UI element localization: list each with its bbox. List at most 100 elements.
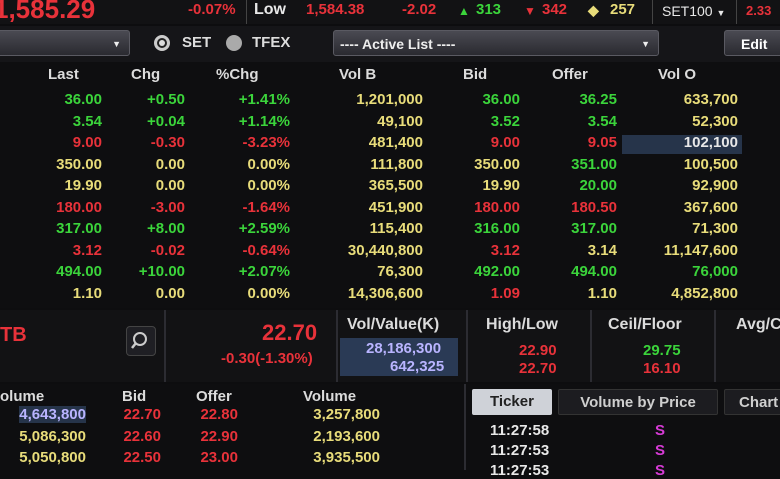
col-header-chg[interactable]: Chg [131, 66, 160, 83]
low-value-info: 22.70 [519, 360, 557, 377]
index-selector[interactable]: SET100 ▼ [662, 3, 725, 19]
low-value: 1,584.38 [306, 1, 365, 18]
cell-last: 3.12 [72, 241, 102, 259]
cell-chg: -3.00 [150, 198, 185, 216]
toolbar: ▼ SET TFEX ---- Active List ---- ▼ Edit [0, 26, 780, 62]
ticker-side: S [655, 462, 666, 479]
bottom-panels: olume Bid Offer Volume 4,643,800 22.70 22.… [0, 384, 780, 479]
cell-pct-chg: +1.41% [238, 91, 290, 108]
ticker-time: 11:27:53 [490, 462, 550, 479]
depth-bid-price: 22.50 [123, 449, 161, 466]
cell-offer: 20.00 [579, 177, 617, 194]
col-header-offer[interactable]: Offer [552, 66, 588, 83]
stock-info-bar: TB 22.70 -0.30(-1.30%) Vol/Value(K) 28,1… [0, 310, 780, 382]
cell-vol-offer: 100,500 [683, 155, 738, 173]
quote-table: Last Chg %Chg Vol B Bid Offer Vol O 36.0… [0, 62, 780, 308]
col-header-last[interactable]: Last [48, 66, 79, 83]
cell-chg: +0.50 [147, 91, 185, 108]
cell-last: 36.00 [64, 91, 102, 108]
set-radio-label: SET [182, 34, 212, 51]
cell-bid: 19.90 [482, 177, 520, 194]
depth-offer-price: 23.00 [200, 449, 238, 466]
cell-pct-chg: 0.00% [247, 155, 290, 173]
tab-chart[interactable]: Chart [724, 389, 780, 415]
cell-vol-offer: 633,700 [683, 91, 738, 108]
high-low-label: High/Low [486, 316, 558, 333]
col-header-vol-bid[interactable]: Vol B [339, 66, 376, 83]
decliners-count: 342 [542, 1, 568, 18]
depth-header-bid-volume: olume [0, 388, 45, 405]
chevron-down-icon: ▼ [112, 39, 121, 49]
cell-offer: 36.25 [579, 91, 617, 108]
high-value: 22.90 [519, 342, 557, 359]
cell-vol-bid: 481,400 [368, 134, 423, 151]
cell-offer: 317.00 [571, 220, 617, 237]
cell-bid: 36.00 [482, 91, 520, 108]
col-header-vol-offer[interactable]: Vol O [658, 66, 696, 83]
cell-offer: 9.05 [587, 134, 617, 151]
down-arrow-icon: ▼ [524, 4, 536, 18]
advancers-count: 313 [476, 1, 502, 18]
index-change: -2.02 [402, 1, 437, 18]
cell-pct-chg: 0.00% [247, 284, 290, 302]
ceil-floor-label: Ceil/Floor [608, 316, 682, 333]
market-summary-bar: 1,585.29 -0.07% Low 1,584.38 -2.02 ▲ 313… [0, 0, 780, 24]
col-header-pct-chg[interactable]: %Chg [216, 66, 259, 83]
edit-button[interactable]: Edit [724, 30, 780, 56]
search-icon [131, 332, 147, 349]
cell-vol-offer: 102,100 [683, 134, 738, 151]
vol-value-label: Vol/Value(K) [347, 316, 440, 333]
cell-pct-chg: +1.14% [238, 112, 290, 130]
cell-offer: 494.00 [571, 263, 617, 280]
depth-bid-volume: 4,643,800 [19, 406, 86, 423]
depth-offer-volume: 3,935,500 [313, 449, 380, 466]
active-list-label: ---- Active List ---- [340, 36, 456, 52]
depth-header-offer: Offer [196, 388, 232, 405]
search-button[interactable] [126, 326, 156, 356]
cell-offer: 351.00 [571, 155, 617, 173]
cell-chg: 0.00 [155, 155, 185, 173]
col-header-bid[interactable]: Bid [463, 66, 487, 83]
set-radio[interactable] [154, 35, 170, 51]
cell-bid: 1.09 [490, 284, 520, 302]
price-change: -0.30(-1.30%) [221, 350, 313, 367]
cell-pct-chg: +2.59% [238, 220, 290, 237]
cell-bid: 180.00 [474, 198, 520, 216]
cell-pct-chg: -0.64% [242, 241, 290, 259]
cell-vol-bid: 30,440,800 [347, 241, 423, 259]
depth-bid-price: 22.70 [123, 406, 161, 423]
chevron-down-icon: ▼ [641, 39, 650, 49]
symbol-dropdown[interactable]: ▼ [0, 30, 130, 56]
cell-vol-bid: 76,300 [377, 263, 423, 280]
cell-last: 317.00 [56, 220, 102, 237]
active-list-dropdown[interactable]: ---- Active List ---- ▼ [333, 30, 659, 56]
tfex-radio[interactable] [226, 35, 242, 51]
cell-chg: 0.00 [155, 284, 185, 302]
cell-offer: 180.50 [571, 198, 617, 216]
cell-chg: +8.00 [147, 220, 185, 237]
tab-ticker[interactable]: Ticker [472, 389, 552, 415]
floor-value: 16.10 [643, 360, 681, 377]
cell-bid: 350.00 [474, 155, 520, 173]
unchanged-icon: ◆ [588, 2, 599, 18]
cell-last: 9.00 [72, 134, 102, 151]
cell-bid: 3.12 [490, 241, 520, 259]
cell-pct-chg: 0.00% [247, 177, 290, 194]
cell-chg: -0.30 [150, 134, 185, 151]
cell-last: 494.00 [56, 263, 102, 280]
cell-vol-offer: 92,900 [692, 177, 738, 194]
cell-offer: 1.10 [587, 284, 617, 302]
cell-last: 3.54 [72, 112, 102, 130]
cell-chg: +0.04 [147, 112, 185, 130]
cell-chg: 0.00 [155, 177, 185, 194]
cell-last: 350.00 [56, 155, 102, 173]
ticker-time: 11:27:53 [490, 442, 550, 459]
cell-last: 180.00 [56, 198, 102, 216]
unchanged-count: 257 [610, 1, 636, 18]
ceil-value: 29.75 [643, 342, 681, 359]
cell-vol-offer: 76,000 [692, 263, 738, 280]
cell-chg: -0.02 [150, 241, 185, 259]
avg-label: Avg/C [736, 316, 780, 333]
cell-vol-offer: 11,147,600 [663, 241, 738, 259]
tab-volume-by-price[interactable]: Volume by Price [558, 389, 718, 415]
